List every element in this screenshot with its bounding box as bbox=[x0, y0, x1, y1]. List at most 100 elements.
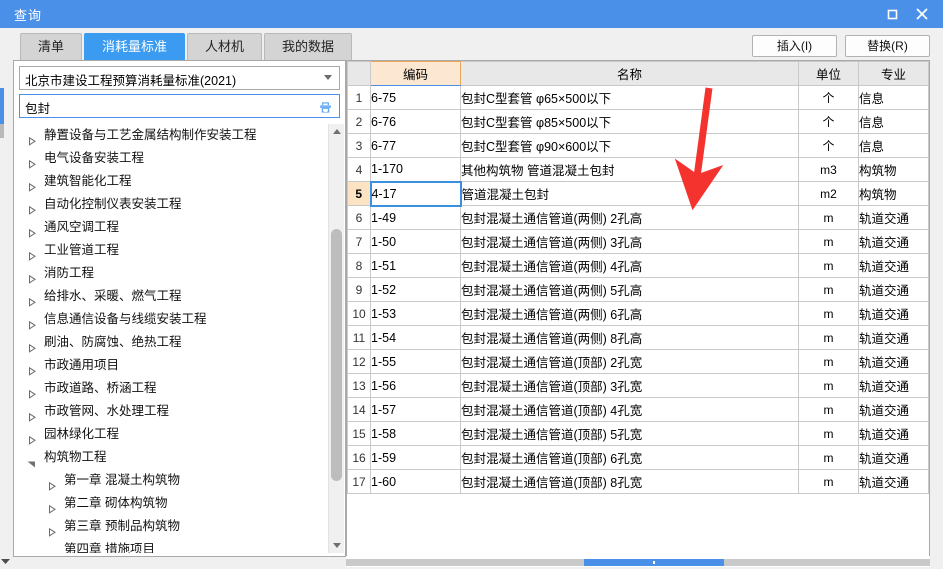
cell-code[interactable]: 6-75 bbox=[370, 85, 461, 110]
cell-code[interactable]: 1-57 bbox=[370, 397, 461, 422]
tree-item[interactable]: 园林绿化工程 bbox=[18, 423, 341, 446]
cell-code[interactable]: 1-60 bbox=[370, 469, 461, 494]
table-row[interactable]: 7 1-50 包封混凝土通信管道(两侧) 3孔高 m 轨道交通 bbox=[347, 229, 929, 254]
chevron-right-icon[interactable] bbox=[47, 499, 56, 514]
column-header-specialty[interactable]: 专业 bbox=[858, 61, 929, 86]
cell-unit[interactable]: 个 bbox=[798, 109, 859, 134]
scroll-up-icon[interactable] bbox=[329, 124, 344, 139]
cell-name[interactable]: 包封混凝土通信管道(顶部) 4孔宽 bbox=[460, 397, 799, 422]
table-row[interactable]: 6 1-49 包封混凝土通信管道(两侧) 2孔高 m 轨道交通 bbox=[347, 205, 929, 230]
chevron-right-icon[interactable] bbox=[27, 154, 36, 169]
table-row[interactable]: 13 1-56 包封混凝土通信管道(顶部) 3孔宽 m 轨道交通 bbox=[347, 373, 929, 398]
cell-specialty[interactable]: 轨道交通 bbox=[858, 469, 929, 494]
tree-item[interactable]: 信息通信设备与线缆安装工程 bbox=[18, 308, 341, 331]
cell-name[interactable]: 包封混凝土通信管道(两侧) 5孔高 bbox=[460, 277, 799, 302]
tree-item[interactable]: 给排水、采暖、燃气工程 bbox=[18, 285, 341, 308]
cell-unit[interactable]: m bbox=[798, 469, 859, 494]
cell-unit[interactable]: m bbox=[798, 277, 859, 302]
cell-specialty[interactable]: 轨道交通 bbox=[858, 445, 929, 470]
cell-code[interactable]: 1-56 bbox=[370, 373, 461, 398]
tree-item[interactable]: 第四章 措施项目 bbox=[18, 538, 341, 553]
maximize-icon[interactable] bbox=[877, 0, 907, 28]
chevron-right-icon[interactable] bbox=[27, 246, 36, 261]
cell-specialty[interactable]: 轨道交通 bbox=[858, 277, 929, 302]
tree-item[interactable]: 工业管道工程 bbox=[18, 239, 341, 262]
cell-code[interactable]: 1-50 bbox=[370, 229, 461, 254]
cell-code[interactable]: 1-58 bbox=[370, 421, 461, 446]
cell-code[interactable]: 1-170 bbox=[370, 157, 461, 182]
cell-code[interactable]: 1-55 bbox=[370, 349, 461, 374]
tree-item[interactable]: 构筑物工程 bbox=[18, 446, 341, 469]
cell-name[interactable]: 包封C型套管 φ65×500以下 bbox=[460, 85, 799, 110]
cell-unit[interactable]: m3 bbox=[798, 157, 859, 182]
cell-name[interactable]: 包封C型套管 φ90×600以下 bbox=[460, 133, 799, 158]
cell-unit[interactable]: m bbox=[798, 205, 859, 230]
chevron-right-icon[interactable] bbox=[27, 361, 36, 376]
column-header-unit[interactable]: 单位 bbox=[798, 61, 859, 86]
chevron-right-icon[interactable] bbox=[27, 315, 36, 330]
cell-name[interactable]: 包封混凝土通信管道(两侧) 2孔高 bbox=[460, 205, 799, 230]
cell-code[interactable]: 1-53 bbox=[370, 301, 461, 326]
chevron-right-icon[interactable] bbox=[27, 269, 36, 284]
tree-item[interactable]: 自动化控制仪表安装工程 bbox=[18, 193, 341, 216]
cell-unit[interactable]: m bbox=[798, 421, 859, 446]
chevron-right-icon[interactable] bbox=[27, 292, 36, 307]
tab-4[interactable]: 我的数据 bbox=[264, 33, 353, 60]
chevron-right-icon[interactable] bbox=[47, 476, 56, 491]
sidebar-scrollbar[interactable] bbox=[328, 124, 344, 553]
chevron-right-icon[interactable] bbox=[47, 522, 56, 537]
chevron-right-icon[interactable] bbox=[27, 131, 36, 146]
search-input[interactable]: 包封 bbox=[19, 94, 340, 118]
cell-specialty[interactable]: 轨道交通 bbox=[858, 349, 929, 374]
replace-button[interactable]: 替换(R) bbox=[845, 35, 930, 57]
cell-name[interactable]: 包封混凝土通信管道(顶部) 6孔宽 bbox=[460, 445, 799, 470]
cell-unit[interactable]: m bbox=[798, 349, 859, 374]
tree-item[interactable]: 市政道路、桥涵工程 bbox=[18, 377, 341, 400]
cell-name[interactable]: 包封混凝土通信管道(两侧) 6孔高 bbox=[460, 301, 799, 326]
cell-specialty[interactable]: 轨道交通 bbox=[858, 229, 929, 254]
table-row[interactable]: 5 4-17 管道混凝土包封 m2 构筑物 bbox=[347, 180, 929, 207]
close-icon[interactable] bbox=[907, 0, 937, 28]
column-header-name[interactable]: 名称 bbox=[460, 61, 799, 86]
table-row[interactable]: 17 1-60 包封混凝土通信管道(顶部) 8孔宽 m 轨道交通 bbox=[347, 469, 929, 494]
search-icon[interactable] bbox=[318, 99, 333, 117]
chevron-down-icon[interactable] bbox=[27, 453, 36, 468]
cell-specialty[interactable]: 轨道交通 bbox=[858, 253, 929, 278]
chevron-right-icon[interactable] bbox=[27, 223, 36, 238]
chevron-right-icon[interactable] bbox=[27, 384, 36, 399]
cell-unit[interactable]: 个 bbox=[798, 133, 859, 158]
tree-item[interactable]: 第一章 混凝土构筑物 bbox=[18, 469, 341, 492]
cell-unit[interactable]: m bbox=[798, 445, 859, 470]
cell-name[interactable]: 其他构筑物 管道混凝土包封 bbox=[460, 157, 799, 182]
cell-name[interactable]: 包封混凝土通信管道(两侧) 3孔高 bbox=[460, 229, 799, 254]
column-header-code[interactable]: 编码 bbox=[370, 61, 461, 86]
cell-unit[interactable]: 个 bbox=[798, 85, 859, 110]
tree-item[interactable]: 刷油、防腐蚀、绝热工程 bbox=[18, 331, 341, 354]
cell-unit[interactable]: m bbox=[798, 301, 859, 326]
cell-specialty[interactable]: 轨道交通 bbox=[858, 421, 929, 446]
table-row[interactable]: 14 1-57 包封混凝土通信管道(顶部) 4孔宽 m 轨道交通 bbox=[347, 397, 929, 422]
tree-item[interactable]: 建筑智能化工程 bbox=[18, 170, 341, 193]
cell-specialty[interactable]: 轨道交通 bbox=[858, 397, 929, 422]
cell-code[interactable]: 1-59 bbox=[370, 445, 461, 470]
chevron-right-icon[interactable] bbox=[27, 177, 36, 192]
cell-code[interactable]: 1-54 bbox=[370, 325, 461, 350]
tree-item[interactable]: 第三章 预制品构筑物 bbox=[18, 515, 341, 538]
chevron-right-icon[interactable] bbox=[27, 407, 36, 422]
cell-specialty[interactable]: 信息 bbox=[858, 133, 929, 158]
tree-item[interactable]: 第二章 砌体构筑物 bbox=[18, 492, 341, 515]
cell-specialty[interactable]: 轨道交通 bbox=[858, 325, 929, 350]
chevron-right-icon[interactable] bbox=[27, 200, 36, 215]
tree-item[interactable]: 消防工程 bbox=[18, 262, 341, 285]
table-row[interactable]: 15 1-58 包封混凝土通信管道(顶部) 5孔宽 m 轨道交通 bbox=[347, 421, 929, 446]
tree-item[interactable]: 静置设备与工艺金属结构制作安装工程 bbox=[18, 124, 341, 147]
table-row[interactable]: 11 1-54 包封混凝土通信管道(两侧) 8孔高 m 轨道交通 bbox=[347, 325, 929, 350]
cell-specialty[interactable]: 轨道交通 bbox=[858, 205, 929, 230]
tab-3[interactable]: 人材机 bbox=[187, 33, 263, 60]
horizontal-scrollbar[interactable] bbox=[346, 556, 930, 567]
table-row[interactable]: 4 1-170 其他构筑物 管道混凝土包封 m3 构筑物 bbox=[347, 157, 929, 182]
cell-code[interactable]: 1-49 bbox=[370, 205, 461, 230]
cell-name[interactable]: 包封混凝土通信管道(两侧) 4孔高 bbox=[460, 253, 799, 278]
cell-code[interactable]: 6-77 bbox=[370, 133, 461, 158]
cell-code[interactable]: 6-76 bbox=[370, 109, 461, 134]
